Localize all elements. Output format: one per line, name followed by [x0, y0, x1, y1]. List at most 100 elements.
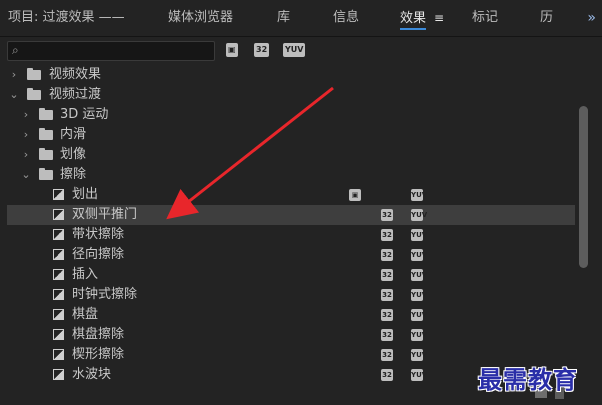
- tree-item-label: 水波块: [72, 367, 112, 382]
- transition-icon: [53, 269, 64, 280]
- tree-item-iris[interactable]: › 划像: [7, 145, 575, 165]
- 32bit-icon: 32: [381, 249, 393, 261]
- tree-item-label: 双侧平推门: [72, 207, 138, 222]
- transition-icon: [53, 249, 64, 260]
- tree-item-label: 划出: [72, 187, 99, 202]
- folder-icon: [39, 168, 53, 180]
- tree-item-label: 内滑: [60, 127, 87, 142]
- filter-yuv-icon[interactable]: YUV: [283, 43, 306, 57]
- effects-tree: › 视频效果 ⌄ 视频过渡 › 3D 运动 › 内滑 › 划像 ⌄ 擦除 划出 …: [7, 65, 575, 385]
- transition-icon: [53, 349, 64, 360]
- search-icon: ⌕: [12, 43, 19, 57]
- yuv-icon: YUV: [411, 209, 428, 221]
- tree-item-label: 棋盘: [72, 307, 99, 322]
- tree-item-3d-motion[interactable]: › 3D 运动: [7, 105, 575, 125]
- yuv-icon: YUV: [411, 309, 428, 321]
- tree-item-video-effects[interactable]: › 视频效果: [7, 65, 575, 85]
- transition-icon: [53, 289, 64, 300]
- transition-icon: [53, 209, 64, 220]
- folder-icon: [39, 108, 53, 120]
- transition-icon: [53, 189, 64, 200]
- tab-media-browser-label: 媒体浏览器: [168, 10, 234, 25]
- tab-libraries[interactable]: 库: [277, 0, 290, 36]
- 32bit-icon: 32: [381, 209, 393, 221]
- transition-icon: [53, 309, 64, 320]
- tree-item-label: 划像: [60, 147, 87, 162]
- tree-item-barn-doors[interactable]: 双侧平推门 32 YUV: [7, 205, 575, 225]
- tree-item-label: 棋盘擦除: [72, 327, 125, 342]
- search-box[interactable]: ⌕: [7, 41, 215, 61]
- panel-menu-icon[interactable]: ≡: [434, 11, 444, 25]
- yuv-icon: YUV: [411, 229, 428, 241]
- tab-info-label: 信息: [333, 10, 360, 25]
- tree-item-checker[interactable]: 棋盘 32 YUV: [7, 305, 575, 325]
- accelerated-icon: ▣: [349, 189, 361, 201]
- filter-32bit-icon[interactable]: 32: [254, 43, 270, 57]
- chevron-down-icon[interactable]: ⌄: [9, 85, 19, 105]
- tab-markers-label: 标记: [472, 10, 499, 25]
- tree-item-label: 楔形擦除: [72, 347, 125, 362]
- tab-project-label: 项目: 过渡效果 ——: [8, 10, 125, 25]
- yuv-icon: YUV: [411, 269, 428, 281]
- tab-history[interactable]: 历: [540, 0, 553, 36]
- tree-item-label: 时钟式擦除: [72, 287, 138, 302]
- watermark-logo: 最需教育: [478, 365, 578, 394]
- folder-icon: [27, 68, 41, 80]
- 32bit-icon: 32: [381, 349, 393, 361]
- search-input[interactable]: [26, 43, 210, 59]
- tab-media-browser[interactable]: 媒体浏览器: [168, 0, 233, 36]
- tree-item-label: 视频效果: [49, 67, 102, 82]
- scroll-thumb[interactable]: [579, 106, 588, 268]
- tree-item-inset[interactable]: 插入 32 YUV: [7, 265, 575, 285]
- tree-item-wipe[interactable]: ⌄ 擦除: [7, 165, 575, 185]
- tree-item-video-transitions[interactable]: ⌄ 视频过渡: [7, 85, 575, 105]
- tree-item-band-wipe[interactable]: 带状擦除 32 YUV: [7, 225, 575, 245]
- yuv-icon: YUV: [411, 189, 428, 201]
- tree-item-label: 视频过渡: [49, 87, 102, 102]
- yuv-icon: YUV: [411, 329, 428, 341]
- tab-effects[interactable]: 效果 ≡: [400, 0, 444, 36]
- tab-libraries-label: 库: [277, 10, 291, 25]
- overflow-chevron-icon[interactable]: »: [587, 10, 596, 26]
- tree-item-label: 带状擦除: [72, 227, 125, 242]
- tab-info[interactable]: 信息: [333, 0, 359, 36]
- tree-item-slide[interactable]: › 内滑: [7, 125, 575, 145]
- 32bit-icon: 32: [381, 229, 393, 241]
- transition-icon: [53, 329, 64, 340]
- tab-effects-label: 效果: [400, 11, 427, 30]
- chevron-right-icon[interactable]: ›: [9, 65, 19, 85]
- 32bit-icon: 32: [381, 369, 393, 381]
- yuv-icon: YUV: [411, 369, 428, 381]
- folder-icon: [39, 128, 53, 140]
- 32bit-icon: 32: [381, 329, 393, 341]
- tree-item-radial-wipe[interactable]: 径向擦除 32 YUV: [7, 245, 575, 265]
- tree-item-label: 插入: [72, 267, 99, 282]
- yuv-icon: YUV: [411, 249, 428, 261]
- chevron-right-icon[interactable]: ›: [21, 125, 31, 145]
- yuv-icon: YUV: [411, 289, 428, 301]
- transition-icon: [53, 229, 64, 240]
- chevron-right-icon[interactable]: ›: [21, 145, 31, 165]
- tree-item-label: 擦除: [60, 167, 87, 182]
- chevron-down-icon[interactable]: ⌄: [21, 165, 31, 185]
- filter-accelerated-icon[interactable]: ▣: [226, 43, 238, 57]
- transition-icon: [53, 369, 64, 380]
- 32bit-icon: 32: [381, 269, 393, 281]
- tab-markers[interactable]: 标记: [472, 0, 498, 36]
- chevron-right-icon[interactable]: ›: [21, 105, 31, 125]
- tree-item-clock-wipe[interactable]: 时钟式擦除 32 YUV: [7, 285, 575, 305]
- folder-icon: [27, 88, 41, 100]
- tree-item-wipe-out[interactable]: 划出 ▣ YUV: [7, 185, 575, 205]
- 32bit-icon: 32: [381, 289, 393, 301]
- tree-item-checker-wipe[interactable]: 棋盘擦除 32 YUV: [7, 325, 575, 345]
- effects-toolbar: ⌕ ▣ 32 YUV: [0, 37, 602, 65]
- tab-history-label: 历: [540, 10, 554, 25]
- vertical-scrollbar[interactable]: [577, 64, 591, 384]
- tree-item-label: 径向擦除: [72, 247, 125, 262]
- tree-item-label: 3D 运动: [60, 107, 109, 122]
- tab-project[interactable]: 项目: 过渡效果 ——: [8, 0, 125, 36]
- folder-icon: [39, 148, 53, 160]
- panel-tab-bar: 项目: 过渡效果 —— 媒体浏览器 库 信息 效果 ≡ 标记 历 »: [0, 0, 602, 37]
- yuv-icon: YUV: [411, 349, 428, 361]
- 32bit-icon: 32: [381, 309, 393, 321]
